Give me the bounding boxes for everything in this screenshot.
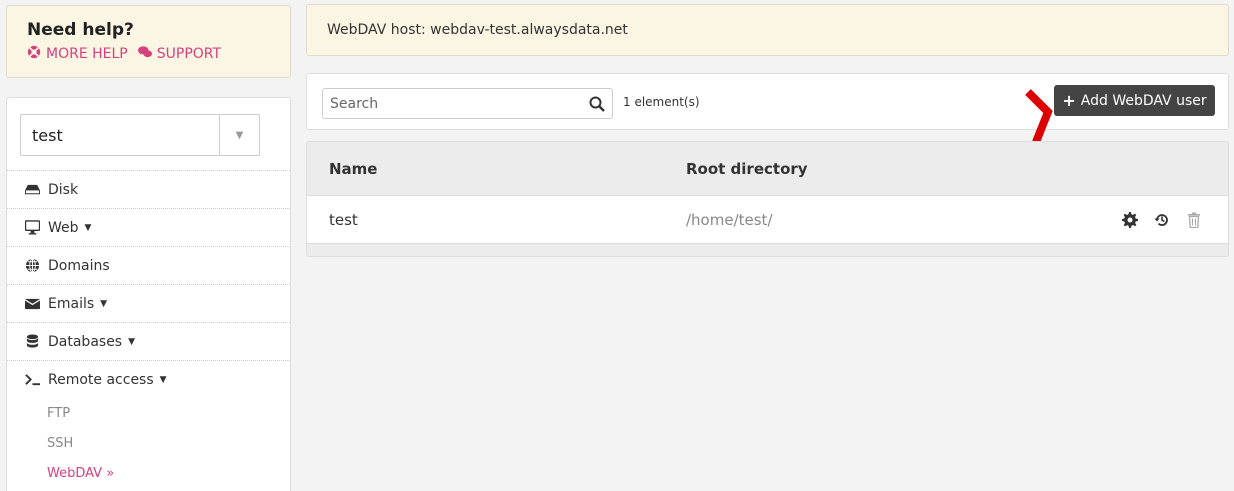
sidebar-nav: Disk Web ▼ Domains Emails ▼ Databases ▼ … bbox=[7, 170, 290, 488]
hdd-icon bbox=[22, 182, 42, 197]
account-select-value: test bbox=[32, 125, 63, 145]
sidebar-item-label: Remote access bbox=[48, 371, 154, 388]
sidebar-item-label: Databases bbox=[48, 333, 123, 350]
sidebar-subitem-webdav[interactable]: WebDAV » bbox=[7, 458, 290, 488]
column-header-name[interactable]: Name bbox=[329, 160, 377, 178]
table-header: Name Root directory bbox=[307, 142, 1228, 196]
more-help-link[interactable]: MORE HELP bbox=[27, 45, 128, 63]
red-arrow-marker bbox=[1025, 89, 1053, 144]
webdav-host-text: WebDAV host: webdav-test.alwaysdata.net bbox=[327, 22, 628, 38]
trash-icon[interactable] bbox=[1186, 212, 1202, 232]
sidebar-item-databases[interactable]: Databases ▼ bbox=[7, 322, 290, 360]
column-header-root-directory[interactable]: Root directory bbox=[686, 160, 808, 178]
search-icon[interactable] bbox=[582, 96, 612, 112]
add-webdav-user-button[interactable]: + Add WebDAV user bbox=[1054, 85, 1215, 116]
support-link[interactable]: SUPPORT bbox=[137, 45, 222, 63]
comments-icon bbox=[137, 45, 152, 63]
search-box bbox=[322, 88, 613, 119]
add-webdav-user-label: Add WebDAV user bbox=[1080, 92, 1207, 109]
sidebar-item-label: Web bbox=[48, 219, 79, 236]
terminal-icon bbox=[22, 372, 42, 387]
element-count: 1 element(s) bbox=[623, 95, 700, 109]
sidebar-item-label: Domains bbox=[48, 257, 110, 274]
desktop-icon bbox=[22, 220, 42, 235]
caret-down-icon: ▼ bbox=[100, 298, 108, 309]
table-row: test /home/test/ bbox=[307, 196, 1228, 244]
globe-icon bbox=[22, 258, 42, 273]
sidebar-item-emails[interactable]: Emails ▼ bbox=[7, 284, 290, 322]
sidebar-item-label: Emails bbox=[48, 295, 95, 312]
account-select[interactable]: test ▼ bbox=[20, 114, 260, 156]
sidebar: test ▼ Disk Web ▼ Domains Emails ▼ Datab… bbox=[6, 97, 291, 491]
cell-root-directory: /home/test/ bbox=[686, 211, 773, 229]
caret-down-icon: ▼ bbox=[159, 374, 167, 385]
lifebuoy-icon bbox=[27, 45, 41, 63]
toolbar: 1 element(s) + Add WebDAV user bbox=[306, 73, 1229, 130]
more-help-label: MORE HELP bbox=[46, 46, 128, 62]
sidebar-subitem-ssh[interactable]: SSH bbox=[7, 428, 290, 458]
search-input[interactable] bbox=[323, 95, 582, 112]
webdav-host-info: WebDAV host: webdav-test.alwaysdata.net bbox=[306, 4, 1229, 56]
row-actions bbox=[1122, 212, 1202, 232]
sidebar-item-remote-access[interactable]: Remote access ▼ bbox=[7, 360, 290, 398]
cell-name: test bbox=[329, 211, 358, 229]
sidebar-subitem-ftp[interactable]: FTP bbox=[7, 398, 290, 428]
webdav-users-table: Name Root directory test /home/test/ bbox=[306, 141, 1229, 257]
sidebar-item-domains[interactable]: Domains bbox=[7, 246, 290, 284]
help-title: Need help? bbox=[27, 20, 134, 40]
database-icon bbox=[22, 334, 42, 349]
gear-icon[interactable] bbox=[1122, 212, 1138, 232]
chevron-down-icon[interactable]: ▼ bbox=[219, 115, 259, 155]
caret-down-icon: ▼ bbox=[128, 336, 136, 347]
sidebar-item-web[interactable]: Web ▼ bbox=[7, 208, 290, 246]
help-links: MORE HELP SUPPORT bbox=[27, 45, 270, 63]
caret-down-icon: ▼ bbox=[84, 222, 92, 233]
support-label: SUPPORT bbox=[156, 46, 222, 62]
help-box: Need help? MORE HELP SUPPORT bbox=[6, 5, 291, 78]
envelope-icon bbox=[22, 296, 42, 311]
sidebar-item-label: Disk bbox=[48, 181, 79, 198]
history-icon[interactable] bbox=[1154, 212, 1170, 232]
sidebar-item-disk[interactable]: Disk bbox=[7, 170, 290, 208]
plus-icon: + bbox=[1062, 91, 1076, 110]
